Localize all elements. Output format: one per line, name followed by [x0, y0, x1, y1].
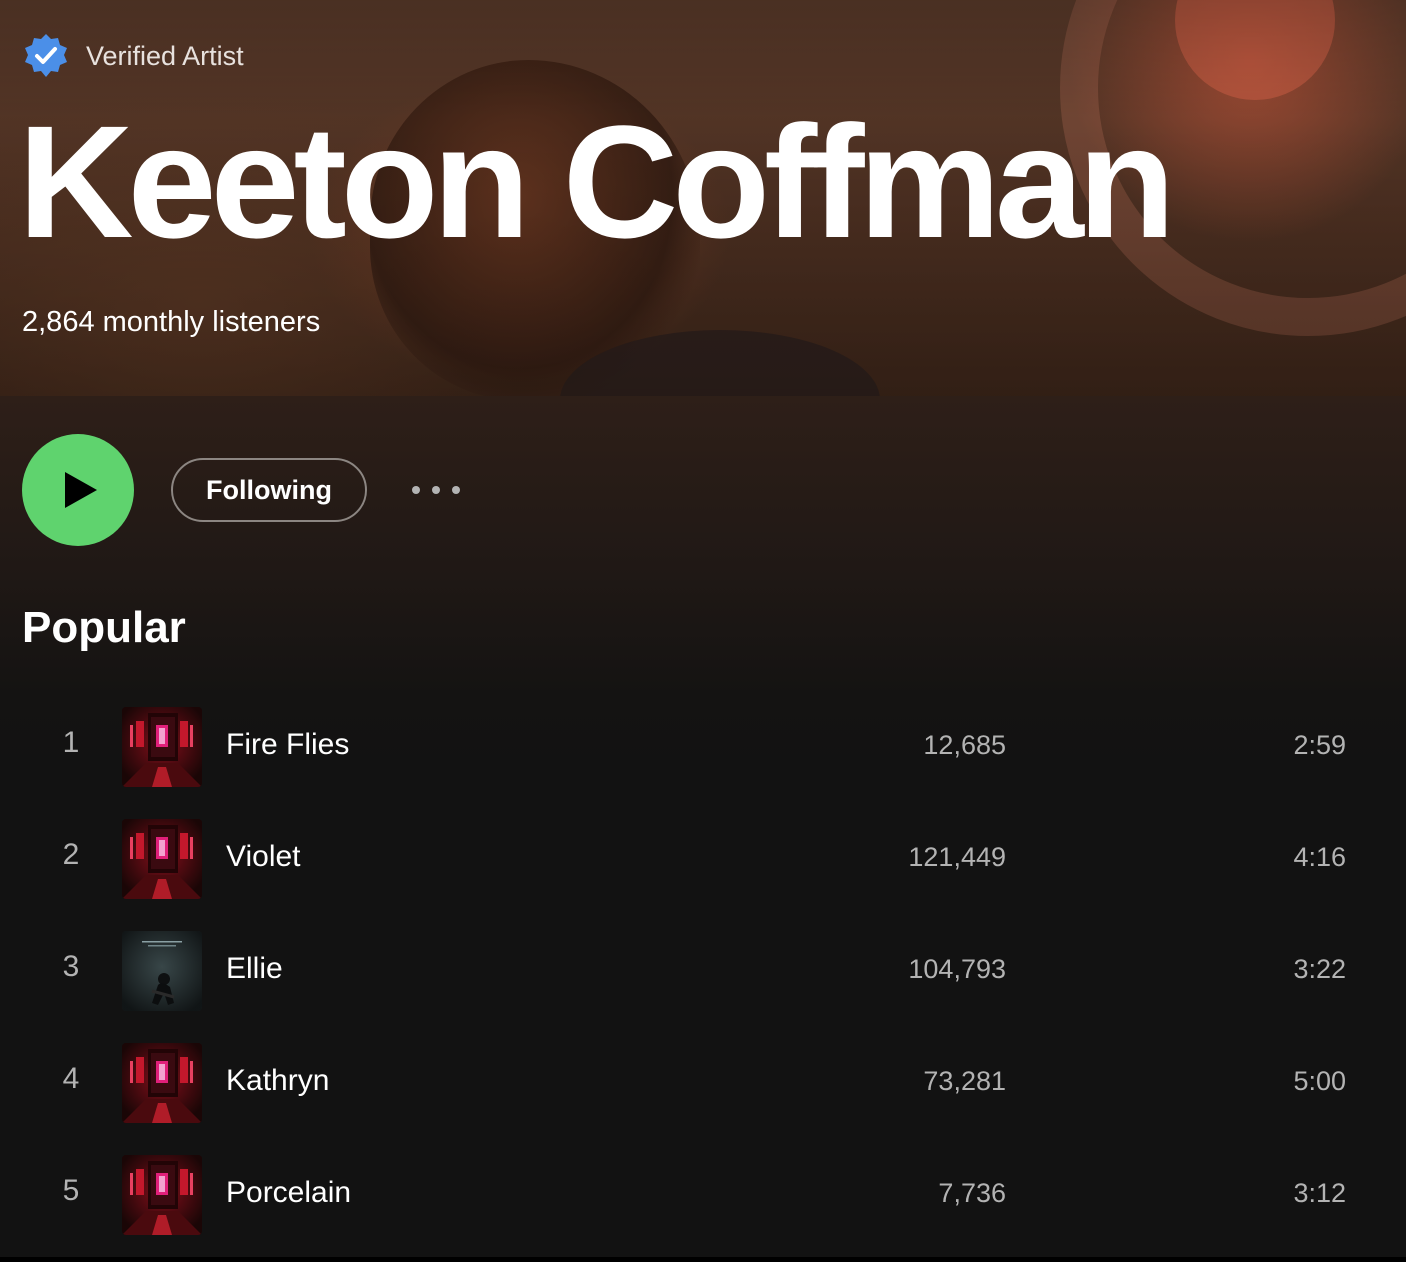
bottom-edge [0, 1257, 1406, 1262]
track-artwork [122, 819, 202, 899]
track-row[interactable]: 2 Violet 121,449 4:16 [0, 802, 1406, 914]
verified-artist-badge: Verified Artist [22, 32, 244, 80]
track-duration: 2:59 [1293, 730, 1346, 760]
track-number: 2 [62, 838, 80, 871]
track-title[interactable]: Violet [226, 840, 301, 874]
track-number: 3 [62, 950, 80, 983]
track-row[interactable]: 4 Kathryn 73,281 5:00 [0, 1026, 1406, 1138]
track-duration: 3:12 [1293, 1178, 1346, 1208]
track-number: 1 [62, 726, 80, 759]
popular-track-list: 1 Fire Flies 12,685 2:59 2 Violet 121,44… [0, 690, 1406, 1250]
track-artwork [122, 1155, 202, 1235]
track-play-count: 73,281 [923, 1066, 1006, 1096]
track-duration: 4:16 [1293, 842, 1346, 872]
monthly-listeners: 2,864 monthly listeners [22, 306, 321, 338]
album-cover-icon [122, 1155, 202, 1235]
album-cover-icon [122, 819, 202, 899]
ellipsis-icon [412, 486, 460, 494]
more-options-button[interactable] [398, 470, 474, 510]
play-button[interactable] [22, 434, 134, 546]
play-icon [65, 472, 97, 508]
track-artwork [122, 931, 202, 1011]
track-duration: 5:00 [1293, 1066, 1346, 1096]
verified-badge-icon [25, 34, 67, 77]
track-artwork [122, 1043, 202, 1123]
track-number: 5 [62, 1174, 80, 1207]
track-play-count: 7,736 [938, 1178, 1006, 1208]
track-number: 4 [62, 1062, 80, 1095]
track-play-count: 12,685 [923, 730, 1006, 760]
artist-header-image: Verified Artist Keeton Coffman 2,864 mon… [0, 0, 1406, 396]
album-cover-icon [122, 707, 202, 787]
track-artwork [122, 707, 202, 787]
artist-name: Keeton Coffman [18, 92, 1176, 271]
track-title[interactable]: Fire Flies [226, 728, 349, 762]
track-duration: 3:22 [1293, 954, 1346, 984]
album-cover-icon [122, 1043, 202, 1123]
track-title[interactable]: Porcelain [226, 1176, 351, 1210]
following-button[interactable]: Following [171, 458, 367, 522]
popular-section-title: Popular [22, 603, 186, 652]
track-row[interactable]: 3 Ellie 104,793 3:22 [0, 914, 1406, 1026]
track-row[interactable]: 1 Fire Flies 12,685 2:59 [0, 690, 1406, 802]
track-title[interactable]: Ellie [226, 952, 283, 986]
track-play-count: 121,449 [908, 842, 1006, 872]
track-row[interactable]: 5 Porcelain 7,736 3:12 [0, 1138, 1406, 1250]
track-play-count: 104,793 [908, 954, 1006, 984]
album-cover-icon [122, 931, 202, 1011]
track-title[interactable]: Kathryn [226, 1064, 329, 1098]
verified-artist-label: Verified Artist [86, 40, 244, 71]
